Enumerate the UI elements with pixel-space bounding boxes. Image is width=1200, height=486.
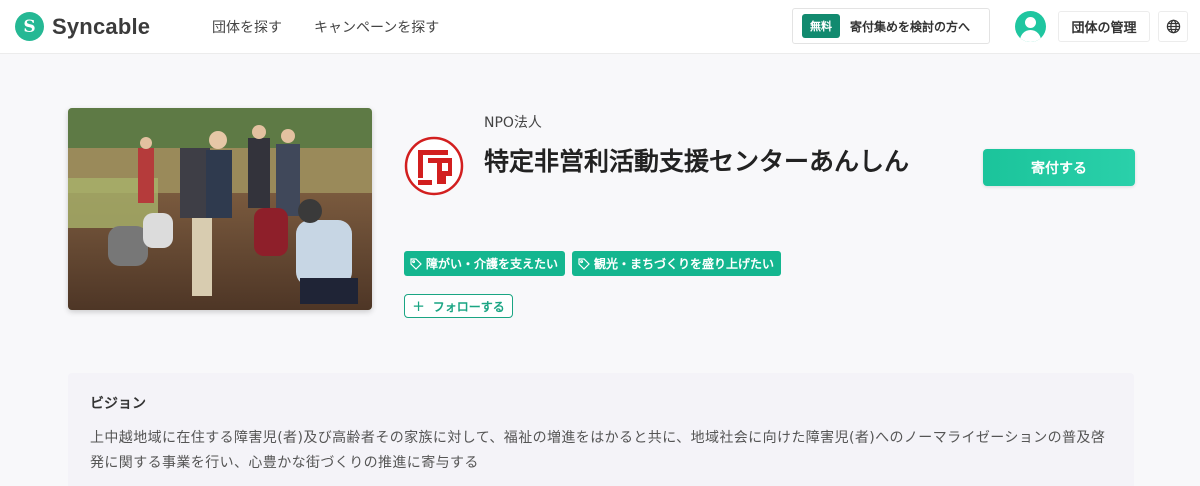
- plus-icon: +: [412, 297, 425, 315]
- organization-logo: [404, 136, 464, 196]
- follow-label: フォローする: [432, 299, 505, 314]
- tag-disability-care[interactable]: 障がい・介護を支えたい: [404, 251, 566, 276]
- vision-title: ビジョン: [90, 396, 146, 412]
- vision-text: 上中越地域に在住する障害児(者)及び高齢者その家族に対して、福祉の増進をはかると…: [90, 430, 1106, 471]
- free-badge: 無料: [802, 14, 840, 38]
- organization-type: NPO法人: [484, 115, 542, 131]
- tag-label: 障がい・介護を支えたい: [426, 257, 559, 271]
- globe-icon: [1166, 19, 1180, 34]
- logo-text: Syncable: [52, 13, 151, 39]
- category-tags: 障がい・介護を支えたい 観光・まちづくりを盛り上げたい: [404, 251, 782, 276]
- fundraising-promo-link[interactable]: 無料 寄付集めを検討の方へ: [792, 8, 990, 44]
- organization-name: 特定非営利活動支援センターあんしん: [484, 147, 910, 176]
- follow-button[interactable]: + フォローする: [404, 294, 513, 318]
- site-header: S Syncable 団体を探す キャンペーンを探す 無料 寄付集めを検討の方へ…: [0, 0, 1200, 54]
- nav-find-campaigns[interactable]: キャンペーンを探す: [314, 17, 439, 37]
- logo-mark-icon: S: [15, 12, 44, 41]
- tag-label: 観光・まちづくりを盛り上げたい: [594, 257, 775, 271]
- tag-icon: [578, 257, 590, 270]
- manage-organization-button[interactable]: 団体の管理: [1058, 11, 1150, 42]
- promo-text: 寄付集めを検討の方へ: [850, 19, 971, 34]
- donate-button[interactable]: 寄付する: [983, 149, 1135, 186]
- user-icon[interactable]: [1015, 11, 1046, 42]
- nav-find-organizations[interactable]: 団体を探す: [212, 17, 282, 37]
- vision-section: ビジョン 上中越地域に在住する障害児(者)及び高齢者その家族に対して、福祉の増進…: [68, 373, 1134, 486]
- organization-hero-image: [68, 108, 372, 310]
- tag-icon: [410, 257, 422, 270]
- language-button[interactable]: [1158, 11, 1188, 42]
- tag-tourism-community[interactable]: 観光・まちづくりを盛り上げたい: [572, 251, 782, 276]
- syncable-logo[interactable]: S Syncable: [15, 12, 150, 41]
